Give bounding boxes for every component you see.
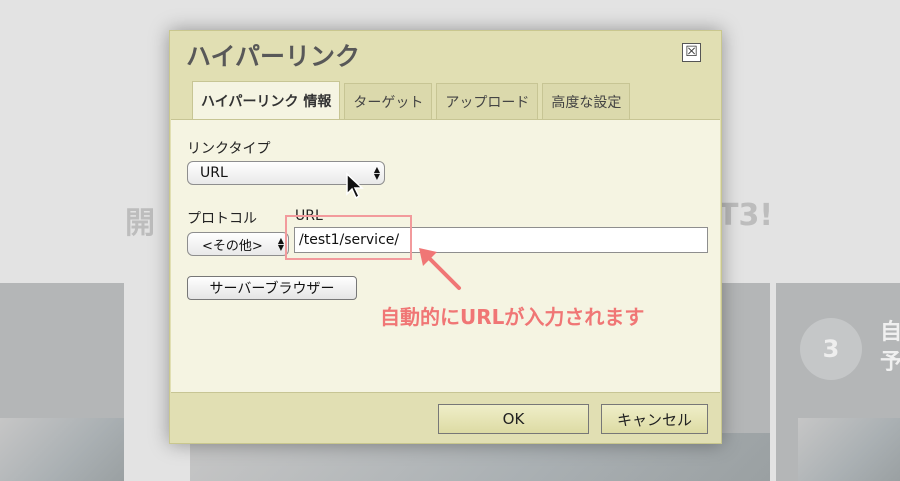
close-button[interactable]: ☒ [682,43,701,62]
tab-target[interactable]: ターゲット [344,83,433,119]
mouse-cursor-icon [346,172,364,200]
tab-hyperlink-info[interactable]: ハイパーリンク 情報 [192,81,341,119]
tab-advanced[interactable]: 高度な設定 [542,83,631,119]
protocol-value: <その他> [202,238,263,254]
dialog-title: ハイパーリンク [186,42,361,71]
background-photo [798,418,900,481]
background-side-text: 自 予 [880,320,900,375]
background-panel-left [0,283,124,481]
ok-button[interactable]: OK [438,404,589,434]
hyperlink-dialog: ハイパーリンク ☒ ハイパーリンク 情報 ターゲット アップロード 高度な設定 … [169,30,722,444]
background-panel-right [776,283,900,481]
url-highlight-box [285,215,412,260]
tab-bar: ハイパーリンク 情報 ターゲット アップロード 高度な設定 [192,81,634,119]
select-arrows-icon: ▲ ▼ [277,236,284,252]
background-faint-text [225,14,675,28]
close-icon: ☒ [685,44,698,60]
protocol-select[interactable]: <その他> ▲ ▼ [187,232,289,256]
background-heading-left: 開 [125,206,155,241]
server-browser-button[interactable]: サーバーブラウザー [187,276,357,300]
background-heading-right: T3! [718,198,774,233]
link-type-value: URL [200,165,228,181]
protocol-label: プロトコル [187,211,257,227]
link-type-label: リンクタイプ [187,141,271,157]
tab-upload[interactable]: アップロード [436,83,539,119]
select-arrows-icon: ▲ ▼ [373,165,380,181]
annotation-text: 自動的にURLが入力されます [380,305,645,329]
cancel-button[interactable]: キャンセル [601,404,708,434]
background-photo [0,418,124,481]
step-number-badge: 3 [800,318,862,380]
annotation-arrow-icon [419,248,461,290]
